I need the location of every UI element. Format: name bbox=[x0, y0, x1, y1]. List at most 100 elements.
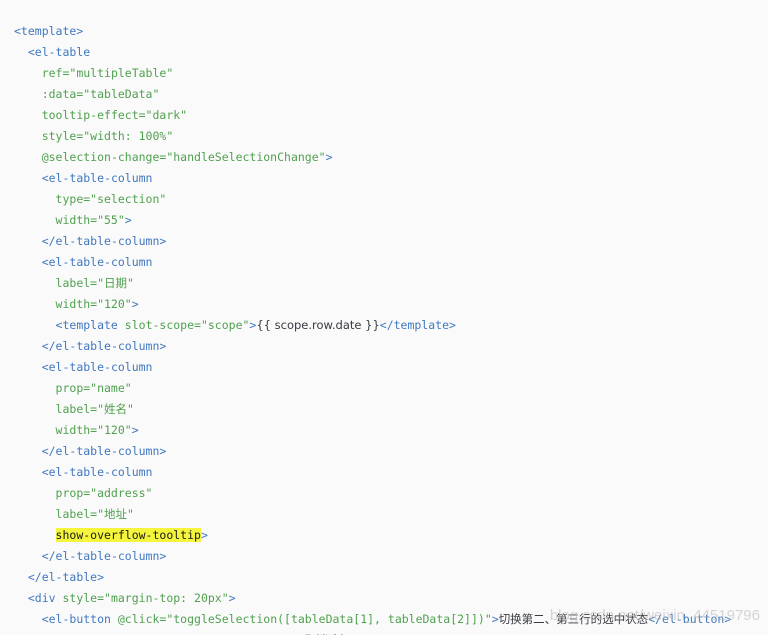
code-line: style="width: 100%" bbox=[14, 126, 731, 147]
code-line: label="姓名" bbox=[14, 399, 731, 420]
highlighted-token: show-overflow-tooltip bbox=[55, 528, 201, 542]
code-line: </el-table-column> bbox=[14, 336, 731, 357]
code-token: <el-button bbox=[41, 612, 118, 626]
code-line: </el-table-column> bbox=[14, 441, 731, 462]
code-token: <el-table-column bbox=[41, 465, 153, 479]
code-token: > bbox=[325, 150, 333, 164]
code-line: </el-table> bbox=[14, 567, 731, 588]
code-token: width="55" bbox=[55, 213, 125, 227]
code-line: </el-table-column> bbox=[14, 546, 731, 567]
code-token: width="120" bbox=[55, 423, 132, 437]
code-line: <el-button @click="toggleSelection()">取消… bbox=[14, 630, 731, 635]
code-token: </template> bbox=[379, 318, 456, 332]
code-token: type="selection" bbox=[55, 192, 167, 206]
code-token: slot-scope="scope" bbox=[124, 318, 250, 332]
code-line: width="120"> bbox=[14, 420, 731, 441]
code-token: @selection-change="handleSelectionChange… bbox=[41, 150, 326, 164]
code-token: label="姓名" bbox=[55, 402, 134, 416]
code-token: tooltip-effect="dark" bbox=[41, 108, 188, 122]
code-token: <el-table-column bbox=[41, 255, 153, 269]
code-line: <div style="margin-top: 20px"> bbox=[14, 588, 731, 609]
code-token: </el-table-column> bbox=[41, 339, 167, 353]
code-line: show-overflow-tooltip> bbox=[14, 525, 731, 546]
code-line: prop="address" bbox=[14, 483, 731, 504]
code-token: :data="tableData" bbox=[41, 87, 160, 101]
code-token: <template bbox=[55, 318, 125, 332]
code-block: <template> <el-table ref="multipleTable"… bbox=[0, 0, 768, 635]
code-line: <el-table-column bbox=[14, 168, 731, 189]
code-line: <el-table-column bbox=[14, 252, 731, 273]
code-token: > bbox=[228, 591, 236, 605]
code-line: tooltip-effect="dark" bbox=[14, 105, 731, 126]
code-token: > bbox=[131, 297, 139, 311]
code-token: <el-table bbox=[27, 45, 91, 59]
code-content: <template> <el-table ref="multipleTable"… bbox=[14, 21, 731, 635]
code-token: width="120" bbox=[55, 297, 132, 311]
code-line: width="55"> bbox=[14, 210, 731, 231]
code-line: @selection-change="handleSelectionChange… bbox=[14, 147, 731, 168]
code-token: prop="address" bbox=[55, 486, 153, 500]
code-token: prop="name" bbox=[55, 381, 132, 395]
code-line: width="120"> bbox=[14, 294, 731, 315]
code-token: > bbox=[124, 213, 132, 227]
code-token: @click="toggleSelection([tableData[1], t… bbox=[117, 612, 492, 626]
code-token: <div bbox=[27, 591, 63, 605]
code-line: ref="multipleTable" bbox=[14, 63, 731, 84]
code-line: prop="name" bbox=[14, 378, 731, 399]
code-line: label="地址" bbox=[14, 504, 731, 525]
code-line: <template slot-scope="scope">{{ scope.ro… bbox=[14, 315, 731, 336]
code-token: > bbox=[131, 423, 139, 437]
code-token: <template> bbox=[14, 24, 84, 38]
code-line: </el-table-column> bbox=[14, 231, 731, 252]
code-token: > bbox=[491, 612, 499, 626]
code-token: ref="multipleTable" bbox=[41, 66, 174, 80]
code-line: label="日期" bbox=[14, 273, 731, 294]
code-line: <el-table bbox=[14, 42, 731, 63]
code-token: {{ scope.row.date }} bbox=[256, 318, 380, 332]
code-token: label="日期" bbox=[55, 276, 134, 290]
code-token: style="width: 100%" bbox=[41, 129, 174, 143]
code-token: style="margin-top: 20px" bbox=[62, 591, 229, 605]
code-line: type="selection" bbox=[14, 189, 731, 210]
watermark: blog.csdn.net/weixin_44519796 bbox=[549, 607, 760, 624]
code-token: <el-table-column bbox=[41, 171, 153, 185]
code-token: </el-table-column> bbox=[41, 444, 167, 458]
code-line: :data="tableData" bbox=[14, 84, 731, 105]
code-token: </el-table-column> bbox=[41, 234, 167, 248]
code-line: <el-table-column bbox=[14, 357, 731, 378]
code-token: label="地址" bbox=[55, 507, 134, 521]
code-token: <el-table-column bbox=[41, 360, 153, 374]
code-token: </el-table> bbox=[27, 570, 105, 584]
code-token: > bbox=[200, 528, 208, 542]
code-line: <template> bbox=[14, 21, 731, 42]
code-line: <el-table-column bbox=[14, 462, 731, 483]
